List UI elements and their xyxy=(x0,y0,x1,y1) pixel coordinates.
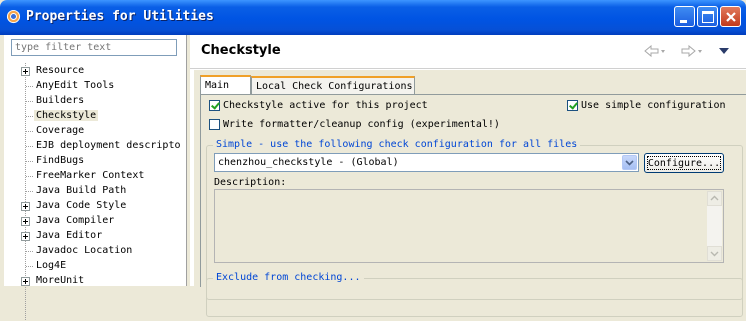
configure-button[interactable]: Configure... xyxy=(644,153,724,173)
tree-connector xyxy=(26,101,33,102)
tree-item[interactable]: Coverage xyxy=(4,124,186,139)
tree-item-label: Resource xyxy=(36,65,85,76)
simple-config-group-title: Simple - use the following check configu… xyxy=(213,139,581,150)
tree-connector xyxy=(26,116,33,117)
tree-item-label: Java Code Style xyxy=(36,200,127,211)
title-bar[interactable]: Properties for Utilities xyxy=(0,0,746,35)
tree-item-label: FreeMarker Context xyxy=(36,170,145,181)
tree-item-label: EJB deployment descripto xyxy=(36,140,181,151)
tree-item[interactable]: Resource xyxy=(4,64,186,79)
expand-plus-icon[interactable] xyxy=(21,277,30,286)
tree-connector xyxy=(26,191,33,192)
tree-item[interactable]: AnyEdit Tools xyxy=(4,79,186,94)
tree-connector xyxy=(26,251,33,252)
check-configuration-select[interactable]: chenzhou_checkstyle - (Global) xyxy=(214,153,639,172)
maximize-button[interactable] xyxy=(697,6,718,27)
filter-input[interactable] xyxy=(11,39,177,56)
tree-item-label: Java Compiler xyxy=(36,215,115,226)
tree-connector xyxy=(26,266,33,267)
properties-page: Checkstyle Main Local Check Configuratio… xyxy=(190,35,746,317)
tree-item-label: MoreUnit xyxy=(36,275,85,286)
gear-icon xyxy=(6,9,21,24)
tree-item-label: FindBugs xyxy=(36,155,85,166)
minimize-icon xyxy=(680,20,687,23)
tree-connector xyxy=(26,86,33,87)
tree-item[interactable]: EJB deployment descripto xyxy=(4,139,186,154)
exclude-group-title: Exclude from checking... xyxy=(213,272,364,283)
tree-connector xyxy=(26,161,33,162)
window-title: Properties for Utilities xyxy=(26,9,214,24)
page-title: Checkstyle xyxy=(201,43,281,58)
tree-item[interactable]: MoreUnit xyxy=(4,274,186,289)
tree-item[interactable]: Java Editor xyxy=(4,229,186,244)
selected-configuration: chenzhou_checkstyle - (Global) xyxy=(218,157,399,168)
tree-item-label: Coverage xyxy=(36,125,85,136)
forward-arrow-icon[interactable] xyxy=(681,44,703,58)
tree-item-label: Java Build Path xyxy=(36,185,127,196)
tree-item[interactable]: FreeMarker Context xyxy=(4,169,186,184)
tree-item-label: Log4E xyxy=(36,260,67,271)
checkstyle-active-checkbox[interactable] xyxy=(209,100,220,111)
description-text-area[interactable] xyxy=(214,189,724,263)
expand-plus-icon[interactable] xyxy=(21,232,30,241)
tab-main-label: Main xyxy=(205,80,230,91)
tree-item[interactable]: FindBugs xyxy=(4,154,186,169)
tree-item[interactable]: Java Code Style xyxy=(4,199,186,214)
tree-connector xyxy=(26,131,33,132)
header-separator xyxy=(190,68,746,69)
vertical-scrollbar[interactable] xyxy=(707,191,722,261)
tree-item[interactable]: Java Build Path xyxy=(4,184,186,199)
tab-main[interactable]: Main xyxy=(200,75,251,95)
write-formatter-checkbox[interactable] xyxy=(209,119,220,130)
minimize-button[interactable] xyxy=(674,6,695,27)
tab-local-check-configurations[interactable]: Local Check Configurations xyxy=(251,76,415,94)
close-icon xyxy=(726,12,736,22)
expand-plus-icon[interactable] xyxy=(21,202,30,211)
tab-local-label: Local Check Configurations xyxy=(256,81,413,92)
main-tab-panel: Checkstyle active for this project Use s… xyxy=(200,94,746,317)
use-simple-config-label: Use simple configuration xyxy=(581,100,726,111)
maximize-icon xyxy=(702,11,714,23)
checkstyle-active-label: Checkstyle active for this project xyxy=(223,100,428,111)
scroll-down-arrow[interactable] xyxy=(707,246,722,261)
tree-item-label: Builders xyxy=(36,95,85,106)
expand-plus-icon[interactable] xyxy=(21,67,30,76)
write-formatter-label: Write formatter/cleanup config (experime… xyxy=(223,119,500,130)
description-label: Description: xyxy=(214,177,287,188)
scroll-up-arrow[interactable] xyxy=(707,191,722,206)
tree-item-label: Javadoc Location xyxy=(36,245,133,256)
back-arrow-icon[interactable] xyxy=(644,44,666,58)
tree-item[interactable]: Builders xyxy=(4,94,186,109)
tree-item[interactable]: Checkstyle xyxy=(4,109,186,124)
focus-ring xyxy=(647,156,721,170)
tree-connector xyxy=(26,176,33,177)
tree-item[interactable]: Java Compiler xyxy=(4,214,186,229)
chevron-down-icon[interactable] xyxy=(622,155,637,170)
use-simple-config-checkbox[interactable] xyxy=(567,100,578,111)
tree-item-label: AnyEdit Tools xyxy=(36,80,115,91)
close-button[interactable] xyxy=(720,6,741,27)
tree-item-label: Java Editor xyxy=(36,230,103,241)
tree-item[interactable]: Log4E xyxy=(4,259,186,274)
tree-connector xyxy=(26,146,33,147)
tree-item[interactable]: Javadoc Location xyxy=(4,244,186,259)
preference-tree-panel: Resource AnyEdit Tools Builders Checkstyle C… xyxy=(4,35,187,321)
tree-item-label: Checkstyle xyxy=(34,110,99,121)
view-menu-icon[interactable] xyxy=(718,47,730,55)
expand-plus-icon[interactable] xyxy=(21,217,30,226)
